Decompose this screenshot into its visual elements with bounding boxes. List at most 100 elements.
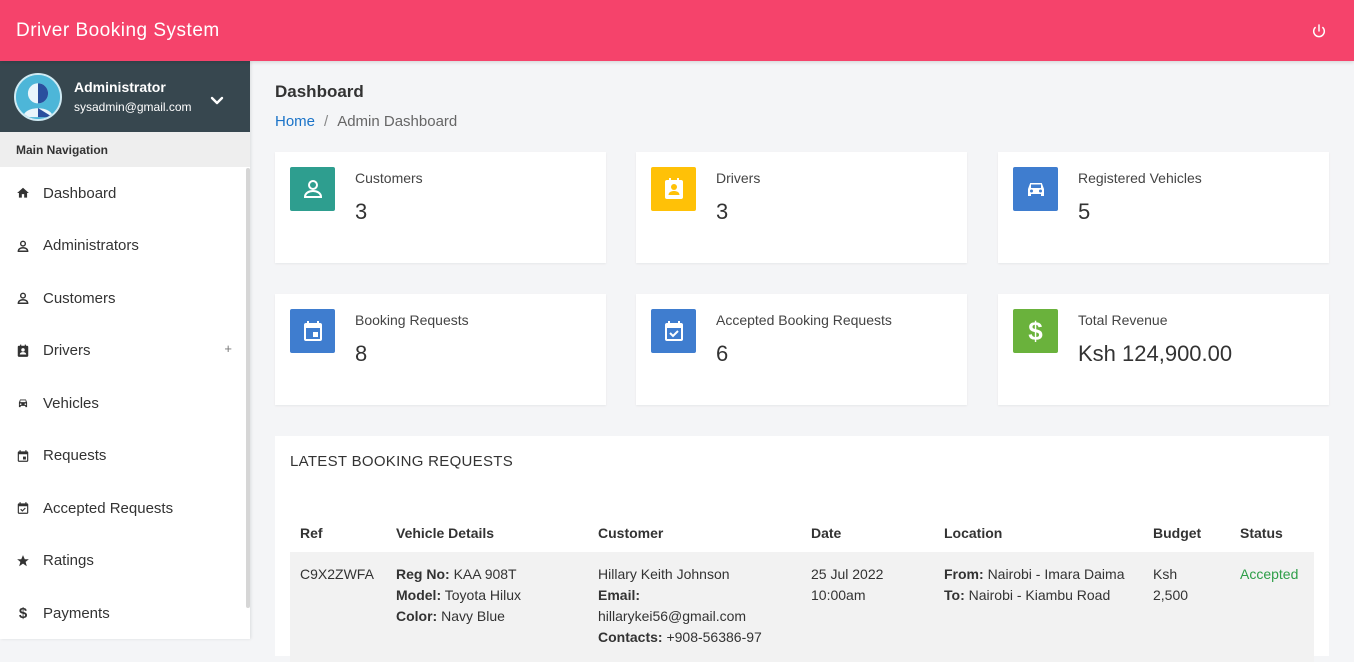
chevron-down-icon[interactable] bbox=[210, 93, 224, 105]
sidebar-item-dashboard[interactable]: Dashboard bbox=[0, 167, 250, 220]
latest-booking-requests-panel: LATEST BOOKING REQUESTS Ref Vehicle Deta… bbox=[275, 436, 1329, 662]
email-label: Email: bbox=[598, 587, 641, 603]
star-icon bbox=[16, 554, 30, 568]
calendar-check-icon bbox=[651, 309, 696, 353]
main-content: Dashboard Home / Admin Dashboard Customers… bbox=[250, 61, 1354, 662]
dollar-icon: $ bbox=[18, 604, 28, 622]
home-icon bbox=[16, 186, 30, 200]
car-icon bbox=[16, 396, 30, 410]
reg-label: Reg No: bbox=[396, 566, 450, 582]
sidebar-item-administrators[interactable]: Administrators bbox=[0, 220, 250, 273]
column-header-ref: Ref bbox=[300, 525, 323, 541]
table-row[interactable]: C9X2ZWFA Reg No: KAA 908T Model: Toyota … bbox=[290, 552, 1314, 662]
nav-header: Main Navigation bbox=[0, 132, 250, 167]
customer-email: hillarykei56@gmail.com bbox=[598, 608, 747, 624]
badge-icon bbox=[16, 344, 30, 358]
stat-value: 3 bbox=[355, 199, 368, 224]
stat-value: 5 bbox=[1078, 199, 1091, 224]
sidebar-item-label: Drivers bbox=[43, 342, 91, 360]
cell-budget: Ksh 2,500 bbox=[1143, 552, 1230, 662]
sidebar-item-drivers[interactable]: Drivers + bbox=[0, 325, 250, 378]
badge-icon bbox=[651, 167, 696, 211]
column-header-vehicle-details: Vehicle Details bbox=[396, 525, 495, 541]
booking-requests-table: Ref Vehicle Details Customer Date Locati… bbox=[290, 514, 1314, 662]
cell-ref: C9X2ZWFA bbox=[290, 552, 386, 662]
sidebar-item-label: Ratings bbox=[43, 552, 94, 570]
date-value: 25 Jul 2022 bbox=[811, 566, 884, 582]
cell-status: Accepted bbox=[1230, 552, 1314, 662]
color-label: Color: bbox=[396, 608, 438, 624]
calendar-icon bbox=[16, 449, 30, 463]
sidebar-item-payments[interactable]: $ Payments bbox=[0, 587, 250, 639]
stat-value: 8 bbox=[355, 341, 368, 366]
stat-card-accepted-booking-requests[interactable]: Accepted Booking Requests 6 bbox=[636, 294, 967, 405]
stat-card-drivers[interactable]: Drivers 3 bbox=[636, 152, 967, 263]
model-value: Toyota Hilux bbox=[444, 587, 522, 603]
sidebar-item-label: Accepted Requests bbox=[43, 499, 174, 517]
table-header-row: Ref Vehicle Details Customer Date Locati… bbox=[290, 514, 1314, 552]
cell-customer: Hillary Keith Johnson Email: hillarykei5… bbox=[588, 552, 801, 662]
calendar-check-icon bbox=[16, 501, 30, 515]
calendar-icon bbox=[290, 309, 335, 353]
sidebar-item-customers[interactable]: Customers bbox=[0, 272, 250, 325]
user-email: sysadmin@gmail.com bbox=[74, 100, 192, 114]
breadcrumb-home-link[interactable]: Home bbox=[275, 113, 315, 130]
model-label: Model: bbox=[396, 587, 442, 603]
sidebar: Administrator sysadmin@gmail.com Main Na… bbox=[0, 61, 250, 639]
stat-label: Total Revenue bbox=[1078, 312, 1168, 328]
budget-value: 2,500 bbox=[1153, 587, 1189, 603]
breadcrumb: Home / Admin Dashboard bbox=[275, 113, 457, 130]
top-bar: Driver Booking System bbox=[0, 0, 1354, 61]
stat-label: Customers bbox=[355, 170, 423, 186]
nav-list: Dashboard Administrators Customers Drive… bbox=[0, 167, 250, 639]
sidebar-item-label: Vehicles bbox=[43, 394, 99, 412]
stat-card-registered-vehicles[interactable]: Registered Vehicles 5 bbox=[998, 152, 1329, 263]
stat-label: Drivers bbox=[716, 170, 761, 186]
stat-value: 6 bbox=[716, 341, 729, 366]
customer-contacts: +908-56386-97 bbox=[666, 629, 762, 645]
panel-title: LATEST BOOKING REQUESTS bbox=[290, 453, 514, 470]
sidebar-item-label: Customers bbox=[43, 289, 116, 307]
stat-card-customers[interactable]: Customers 3 bbox=[275, 152, 606, 263]
from-value: Nairobi - Imara Daima bbox=[987, 566, 1125, 582]
contacts-label: Contacts: bbox=[598, 629, 663, 645]
cell-vehicle-details: Reg No: KAA 908T Model: Toyota Hilux Col… bbox=[386, 552, 588, 662]
column-header-date: Date bbox=[811, 525, 842, 541]
to-label: To: bbox=[944, 587, 965, 603]
to-value: Nairobi - Kiambu Road bbox=[968, 587, 1111, 603]
breadcrumb-separator: / bbox=[324, 113, 329, 130]
app-title: Driver Booking System bbox=[16, 19, 220, 41]
avatar bbox=[14, 72, 62, 121]
sidebar-item-label: Administrators bbox=[43, 237, 139, 255]
stat-card-total-revenue[interactable]: $ Total Revenue Ksh 124,900.00 bbox=[998, 294, 1329, 405]
column-header-location: Location bbox=[944, 525, 1003, 541]
sidebar-item-label: Requests bbox=[43, 447, 107, 465]
person-icon bbox=[16, 291, 30, 305]
dollar-icon: $ bbox=[1013, 309, 1058, 353]
sidebar-item-accepted-requests[interactable]: Accepted Requests bbox=[0, 482, 250, 535]
stat-label: Accepted Booking Requests bbox=[716, 312, 892, 328]
expand-icon[interactable]: + bbox=[224, 341, 232, 356]
sidebar-item-label: Dashboard bbox=[43, 184, 117, 202]
sidebar-scrollbar[interactable] bbox=[246, 168, 250, 608]
column-header-customer: Customer bbox=[598, 525, 664, 541]
sidebar-item-ratings[interactable]: Ratings bbox=[0, 535, 250, 588]
user-panel: Administrator sysadmin@gmail.com bbox=[0, 61, 250, 132]
column-header-budget: Budget bbox=[1153, 525, 1202, 541]
customer-name: Hillary Keith Johnson bbox=[598, 566, 730, 582]
sidebar-item-requests[interactable]: Requests bbox=[0, 430, 250, 483]
column-header-status: Status bbox=[1240, 525, 1283, 541]
stat-value: Ksh 124,900.00 bbox=[1078, 341, 1233, 366]
sidebar-item-vehicles[interactable]: Vehicles bbox=[0, 377, 250, 430]
from-label: From: bbox=[944, 566, 984, 582]
stat-value: 3 bbox=[716, 199, 729, 224]
person-icon bbox=[290, 167, 335, 211]
time-value: 10:00am bbox=[811, 587, 866, 603]
color-value: Navy Blue bbox=[441, 608, 505, 624]
power-icon[interactable] bbox=[1308, 20, 1330, 42]
car-icon bbox=[1013, 167, 1058, 211]
cell-location: From: Nairobi - Imara Daima To: Nairobi … bbox=[934, 552, 1143, 662]
page-title: Dashboard bbox=[275, 82, 364, 101]
stat-card-booking-requests[interactable]: Booking Requests 8 bbox=[275, 294, 606, 405]
breadcrumb-current: Admin Dashboard bbox=[337, 113, 458, 130]
